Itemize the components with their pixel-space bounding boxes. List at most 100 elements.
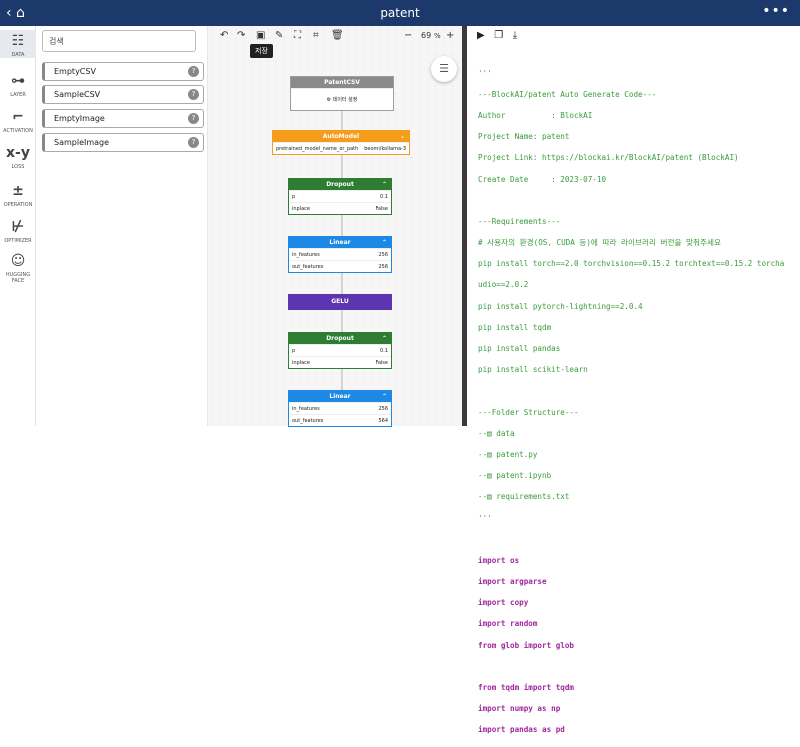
more-menu-icon[interactable]: ••• xyxy=(762,0,790,22)
zoom-level: 69 xyxy=(421,31,432,40)
trash-icon[interactable]: 🗑 xyxy=(331,30,344,41)
code-line: pip install scikit-learn xyxy=(478,365,588,375)
code-line: import os xyxy=(478,555,520,565)
node-param-row: inplace False xyxy=(289,356,391,368)
param-value[interactable]: 256 xyxy=(378,261,388,273)
search-input[interactable] xyxy=(42,30,196,52)
node-param-row: out_features 564 xyxy=(289,414,391,426)
collapse-icon[interactable]: ⌃ xyxy=(382,179,387,190)
node-dropout-2[interactable]: Dropout ⌃ p 0.1 inplace False xyxy=(288,332,392,369)
zoom-unit: % xyxy=(434,32,441,40)
node-param-row: out_features 256 xyxy=(289,260,391,272)
sidebar-item-hugging-face[interactable]: ☺ HUGGING FACE xyxy=(0,250,36,284)
code-line: # 사용자의 환경(OS, CUDA 등)에 따라 라이브러리 버전을 맞춰주세… xyxy=(478,238,721,248)
node-automodel[interactable]: AutoModel ⌄ pretrained_model_name_or_path… xyxy=(272,130,410,155)
edit-icon[interactable]: ✎ xyxy=(275,30,283,41)
param-value[interactable]: 564 xyxy=(378,415,388,427)
node-param-row: in_features 256 xyxy=(289,248,391,260)
sidebar-item-label: DATA xyxy=(11,52,25,58)
help-icon[interactable]: ? xyxy=(188,66,199,77)
param-label: pretrained_model_name_or_path xyxy=(276,146,359,152)
run-icon[interactable]: ▶ xyxy=(477,30,485,41)
node-header: Linear ⌃ xyxy=(289,237,391,248)
generated-code[interactable]: ''' ---BlockAI/patent Auto Generate Code… xyxy=(478,58,800,747)
fit-screen-icon[interactable]: ⛶ xyxy=(294,30,301,41)
zoom-out-icon[interactable]: − xyxy=(404,30,412,41)
sidebar-item-label: ACTIVATION xyxy=(3,128,33,134)
code-line: ---BlockAI/patent Auto Generate Code--- xyxy=(478,89,657,99)
collapse-icon[interactable]: ⌃ xyxy=(382,237,387,248)
node-linear-2[interactable]: Linear ⌃ in_features 256 out_features 564 xyxy=(288,390,392,427)
sidebar-item-loss[interactable]: x-y LOSS xyxy=(0,142,36,170)
copy-icon[interactable]: ❐ xyxy=(494,30,503,41)
palette-item-label: SampleCSV xyxy=(54,90,101,99)
sidebar-item-label: OPTIMIZER xyxy=(4,238,32,244)
zoom-in-icon[interactable]: + xyxy=(446,30,454,41)
code-line: import pandas as pd xyxy=(478,725,565,735)
collapse-icon[interactable]: ⌃ xyxy=(382,333,387,344)
code-line: pip install pandas xyxy=(478,344,561,354)
node-patentcsv[interactable]: PatentCSV ⚙ 데이터 설정 xyxy=(290,76,394,111)
code-line: import copy xyxy=(478,598,529,608)
code-line: ---Folder Structure--- xyxy=(478,407,579,417)
code-line: Project Link: https://blockai.kr/BlockAI… xyxy=(478,153,739,163)
node-gelu[interactable]: GELU xyxy=(288,294,392,310)
node-param-row: in_features 256 xyxy=(289,402,391,414)
code-line: --▤ requirements.txt xyxy=(478,492,570,502)
hugging-face-icon: ☺ xyxy=(10,253,26,269)
param-label: p xyxy=(292,348,296,354)
param-label: in_features xyxy=(292,252,320,258)
canvas-settings-icon[interactable]: ☰ xyxy=(431,56,457,82)
code-line: pip install tqdm xyxy=(478,322,552,332)
code-line: import argparse xyxy=(478,577,547,587)
param-value[interactable]: beomi/kollama-3 xyxy=(364,143,406,155)
layer-icon: ⊶ xyxy=(11,73,25,89)
download-icon[interactable]: ⤓ xyxy=(513,30,517,41)
page-title: patent xyxy=(380,6,420,20)
param-label: out_features xyxy=(292,418,324,424)
palette-item-sampleimage[interactable]: SampleImage? xyxy=(42,133,204,152)
sidebar-item-data[interactable]: ☷ DATA xyxy=(0,30,36,58)
node-linear-1[interactable]: Linear ⌃ in_features 256 out_features 256 xyxy=(288,236,392,273)
activation-icon: ⌐ xyxy=(12,109,24,125)
sidebar-item-activation[interactable]: ⌐ ACTIVATION xyxy=(0,106,36,134)
code-line: import random xyxy=(478,619,538,629)
param-select[interactable]: False xyxy=(375,203,388,215)
code-line: --▤ patent.py xyxy=(478,449,538,459)
node-title: Linear xyxy=(329,393,351,400)
code-line: pip install pytorch-lightning==2.0.4 xyxy=(478,301,643,311)
collapse-icon[interactable]: ⌄ xyxy=(400,131,405,142)
help-icon[interactable]: ? xyxy=(188,89,199,100)
collapse-icon[interactable]: ⌃ xyxy=(382,391,387,402)
node-dropout-1[interactable]: Dropout ⌃ p 0.1 inplace False xyxy=(288,178,392,215)
palette-item-emptycsv[interactable]: EmptyCSV? xyxy=(42,62,204,81)
node-title: GELU xyxy=(289,295,391,309)
data-settings-button[interactable]: ⚙ 데이터 설정 xyxy=(291,88,393,110)
app-header: ‹ ⌂ patent ••• xyxy=(0,0,800,26)
sidebar-item-operation[interactable]: ± OPERATION xyxy=(0,180,36,208)
palette-item-emptyimage[interactable]: EmptyImage? xyxy=(42,109,204,128)
palette-item-samplecsv[interactable]: SampleCSV? xyxy=(42,85,204,104)
node-header: AutoModel ⌄ xyxy=(273,131,409,142)
param-label: inplace xyxy=(292,206,311,212)
database-icon: ☷ xyxy=(11,33,25,49)
code-line: from tqdm import tqdm xyxy=(478,683,575,693)
crop-icon[interactable]: ⌗ xyxy=(313,30,319,41)
redo-icon[interactable]: ↷ xyxy=(237,30,245,41)
node-title: Linear xyxy=(329,239,351,246)
undo-icon[interactable]: ↶ xyxy=(220,30,228,41)
code-line: ''' xyxy=(478,68,492,78)
code-toolbar: ▶ ❐ ⤓ xyxy=(477,30,517,41)
help-icon[interactable]: ? xyxy=(188,137,199,148)
param-select[interactable]: False xyxy=(375,357,388,369)
param-label: inplace xyxy=(292,360,311,366)
code-line: Create Date : 2023-07-10 xyxy=(478,174,607,184)
sidebar-item-optimizer[interactable]: ⊬ OPTIMIZER xyxy=(0,216,36,244)
save-icon[interactable]: ▣ xyxy=(256,30,265,41)
node-title: PatentCSV xyxy=(291,77,393,88)
help-icon[interactable]: ? xyxy=(188,113,199,124)
sidebar-item-layer[interactable]: ⊶ LAYER xyxy=(0,70,36,98)
sidebar-item-label: LAYER xyxy=(10,92,26,98)
node-param-row: p 0.1 xyxy=(289,190,391,202)
